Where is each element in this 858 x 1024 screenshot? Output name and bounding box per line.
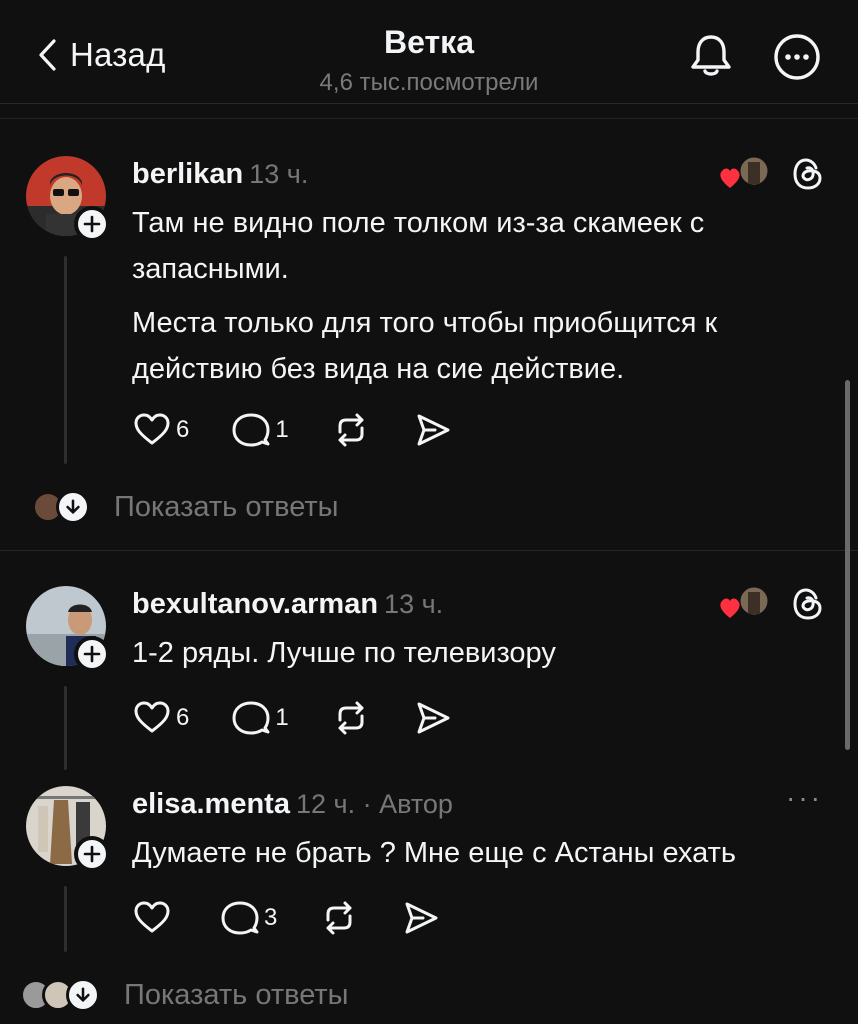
reply-button[interactable]: 3: [220, 898, 277, 938]
repost-icon: [338, 701, 364, 735]
plus-icon: [83, 845, 101, 863]
follow-button[interactable]: [74, 636, 110, 672]
post-time: 13 ч.: [384, 589, 444, 619]
arrow-down-icon: [56, 490, 90, 524]
header-divider: [0, 118, 858, 119]
show-replies-button[interactable]: Показать ответы: [32, 490, 338, 524]
post-text: Думаете не брать ? Мне еще с Астаны ехат…: [132, 830, 736, 876]
show-replies-button[interactable]: Показать ответы: [20, 978, 348, 1012]
like-button[interactable]: 6: [132, 410, 189, 450]
post-text: 1-2 ряды. Лучше по телевизору: [132, 630, 556, 676]
share-button[interactable]: [413, 698, 453, 738]
plus-icon: [83, 645, 101, 663]
post-line: 1-2 ряды. Лучше по телевизору: [132, 637, 556, 669]
comment-icon: [232, 701, 270, 735]
comment-icon: [221, 901, 259, 935]
follow-button[interactable]: [74, 836, 110, 872]
post-username[interactable]: bexultanov.arman 13 ч.: [132, 588, 443, 621]
username-text: berlikan: [132, 158, 244, 190]
like-button[interactable]: [132, 898, 172, 938]
likers-avatars[interactable]: [718, 584, 772, 622]
heart-icon: [134, 413, 170, 445]
thread-line: [64, 256, 67, 464]
post-line: действию без вида на сие действие.: [132, 353, 625, 385]
heart-icon: [134, 701, 170, 733]
comment-icon: [232, 413, 270, 447]
like-button[interactable]: 6: [132, 698, 189, 738]
show-replies-label: Показать ответы: [114, 490, 339, 523]
more-circle-icon[interactable]: [772, 32, 822, 82]
reply-count: 1: [275, 704, 289, 731]
username-text: bexultanov.arman: [132, 588, 379, 620]
post-line: Места только для того чтобы приобщится к: [132, 307, 718, 339]
show-replies-label: Показать ответы: [124, 978, 349, 1011]
arrow-down-icon: [66, 978, 100, 1012]
post-actions: 6 1: [132, 410, 495, 450]
share-button[interactable]: [413, 410, 453, 450]
post-line: Думаете не брать ? Мне еще с Астаны ехат…: [132, 837, 737, 869]
post-username[interactable]: elisa.menta 12 ч. · Автор: [132, 788, 453, 821]
post-line: Там не видно поле толком из-за скамеек с: [132, 207, 705, 239]
thread-line: [64, 886, 67, 952]
like-count: 6: [176, 416, 190, 443]
post-time: 13 ч.: [249, 159, 309, 189]
likers-avatars[interactable]: [718, 154, 772, 192]
follow-button[interactable]: [74, 206, 110, 242]
share-button[interactable]: [401, 898, 441, 938]
reply-button[interactable]: 1: [231, 698, 289, 738]
plus-icon: [83, 215, 101, 233]
post-actions: 3: [132, 898, 483, 938]
divider: [0, 550, 858, 551]
post-username[interactable]: berlikan 13 ч.: [132, 158, 308, 191]
header: Назад Ветка 4,6 тыс.посмотрели: [0, 0, 858, 104]
post-actions: 6 1: [132, 698, 495, 738]
reply-count: 3: [264, 904, 278, 931]
heart-icon: [134, 901, 170, 933]
send-icon: [405, 902, 438, 934]
repost-icon: [326, 901, 352, 935]
threads-icon[interactable]: [790, 156, 826, 192]
post-time: 12 ч. · Автор: [295, 789, 453, 819]
more-options-button[interactable]: ···: [786, 782, 823, 814]
send-icon: [417, 414, 450, 446]
repost-button[interactable]: [319, 898, 359, 938]
username-text: elisa.menta: [132, 788, 290, 820]
repost-button[interactable]: [331, 410, 371, 450]
threads-icon[interactable]: [790, 586, 826, 622]
scrollbar[interactable]: [845, 380, 850, 750]
bell-icon[interactable]: [686, 30, 736, 80]
reply-count: 1: [275, 416, 289, 443]
reply-button[interactable]: 1: [231, 410, 289, 450]
thread-line: [64, 686, 67, 770]
repost-button[interactable]: [331, 698, 371, 738]
like-count: 6: [176, 704, 190, 731]
post-line: запасными.: [132, 253, 289, 285]
repost-icon: [338, 413, 364, 447]
post-text: Там не видно поле толком из-за скамеек с…: [132, 200, 717, 392]
send-icon: [417, 702, 450, 734]
